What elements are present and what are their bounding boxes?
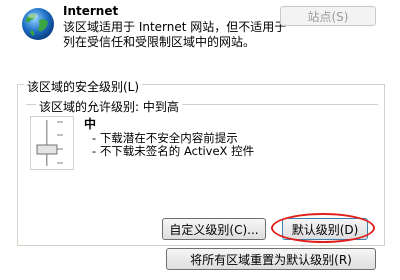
security-level-slider[interactable] [30,116,74,170]
zone-description: 该区域适用于 Internet 网站，但不适用于列在受信任和受限制区域中的网站。 [63,20,287,49]
zone-title: Internet [63,4,119,18]
security-level-group-title: 该区域的安全级别(L) [24,78,143,95]
security-level-name: 中 [84,117,97,131]
internet-globe-icon [22,8,54,40]
sites-button[interactable]: 站点(S) [280,6,376,26]
bullet-item: 不下载未签名的 ActiveX 控件 [92,145,254,158]
security-level-bullets: 下载潜在不安全内容前提示 不下载未签名的 ActiveX 控件 [92,132,254,158]
allowed-levels-label: 该区域的允许级别: 中到高 [36,98,182,115]
custom-level-button[interactable]: 自定义级别(C)... [162,218,266,240]
reset-all-zones-button[interactable]: 将所有区域重置为默认级别(R) [166,248,376,270]
default-level-button[interactable]: 默认级别(D) [282,218,368,240]
